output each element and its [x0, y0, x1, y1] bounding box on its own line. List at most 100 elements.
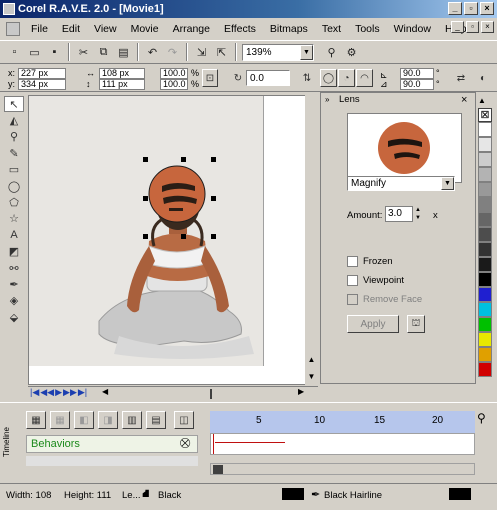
doc-restore-button[interactable]: ▫ — [466, 21, 479, 33]
lock-icon[interactable]: ⛫ — [407, 315, 425, 333]
vertical-scrollbar[interactable]: ▲ ▼ — [305, 95, 318, 385]
interactive-blend-tool-icon[interactable]: ◩ — [4, 244, 24, 260]
color-swatch[interactable] — [478, 167, 492, 182]
timeline-tab[interactable]: Timeline — [2, 407, 12, 477]
amount-spinner-icon[interactable]: ▲ ▼ — [413, 206, 423, 222]
rectangle-tool-icon[interactable]: ▭ — [4, 162, 24, 178]
copy-icon[interactable]: ⧉ — [95, 44, 112, 61]
timeline-scrollbar[interactable] — [210, 463, 475, 475]
insert-frames-icon[interactable]: ▥ — [122, 411, 142, 429]
doc-close-button[interactable]: × — [481, 21, 494, 33]
redo-icon[interactable]: ↷ — [164, 44, 181, 61]
timeline-scroll-thumb[interactable] — [213, 465, 223, 474]
app-icon[interactable] — [3, 3, 15, 15]
color-swatch[interactable] — [478, 152, 492, 167]
y-position-field[interactable]: 334 px — [18, 79, 66, 90]
undo-icon[interactable]: ↶ — [144, 44, 161, 61]
remove-face-checkbox[interactable] — [347, 294, 358, 305]
menu-tools[interactable]: Tools — [348, 23, 387, 35]
frame-grid[interactable] — [210, 433, 475, 455]
export-icon[interactable]: ⇱ — [213, 44, 230, 61]
timeline-object-row[interactable] — [26, 456, 198, 466]
color-swatch[interactable] — [478, 212, 492, 227]
menu-arrange[interactable]: Arrange — [166, 23, 217, 35]
close-button[interactable]: × — [480, 2, 494, 15]
timeline-options-icon[interactable]: ◨ — [98, 411, 118, 429]
behavior-icon[interactable]: ⛒ — [180, 435, 196, 453]
color-swatch[interactable] — [478, 242, 492, 257]
interactive-fill-tool-icon[interactable]: ⬙ — [4, 309, 24, 325]
save-icon[interactable]: ▪ — [46, 44, 63, 61]
width-field[interactable]: 108 px — [99, 68, 145, 79]
scale-x-field[interactable]: 100.0 — [160, 68, 188, 79]
basic-shapes-tool-icon[interactable]: ☆ — [4, 211, 24, 227]
menu-bitmaps[interactable]: Bitmaps — [263, 23, 315, 35]
menu-effects[interactable]: Effects — [217, 23, 263, 35]
open-icon[interactable]: ▭ — [26, 44, 43, 61]
import-icon[interactable]: ⇲ — [193, 44, 210, 61]
options-icon[interactable]: ⚙ — [343, 44, 360, 61]
direction-icon[interactable]: ⇄ — [452, 69, 470, 87]
color-swatch[interactable] — [478, 122, 492, 137]
playhead[interactable] — [213, 434, 214, 454]
menu-window[interactable]: Window — [387, 23, 438, 35]
color-swatch[interactable] — [478, 332, 492, 347]
color-swatch[interactable] — [478, 257, 492, 272]
next-page-icon[interactable]: ▶▶ — [63, 387, 77, 398]
collapse-icon[interactable]: » — [325, 93, 329, 107]
ellipse-icon[interactable]: ◯ — [320, 69, 337, 87]
menu-text[interactable]: Text — [315, 23, 348, 35]
maximize-button[interactable]: ▫ — [464, 2, 478, 15]
behaviors-row[interactable]: Behaviors — [26, 435, 198, 453]
amount-field[interactable]: 3.0 — [385, 206, 413, 222]
height-field[interactable]: 111 px — [99, 79, 145, 90]
fill-tool-icon[interactable]: ◈ — [4, 293, 24, 309]
rotate-icon[interactable]: ↻ — [230, 69, 246, 87]
x-position-field[interactable]: 227 px — [18, 68, 66, 79]
color-swatch[interactable] — [478, 362, 492, 377]
paste-icon[interactable]: ▤ — [115, 44, 132, 61]
viewpoint-checkbox[interactable] — [347, 275, 358, 286]
color-swatch[interactable] — [478, 317, 492, 332]
lens-ellipse[interactable] — [148, 165, 206, 223]
minimize-button[interactable]: _ — [448, 2, 462, 15]
drawing-canvas[interactable] — [28, 95, 318, 385]
text-tool-icon[interactable]: A — [4, 227, 24, 243]
start-angle-field[interactable]: 90.0 — [400, 68, 434, 79]
menu-movie[interactable]: Movie — [124, 23, 166, 35]
scroll-down-arrow-icon[interactable]: ▼ — [305, 370, 318, 384]
ellipse-tool-icon[interactable]: ◯ — [4, 178, 24, 194]
pick-tool-icon[interactable]: ↖ — [4, 96, 24, 113]
arc-icon[interactable]: ◠ — [356, 69, 373, 87]
zoom-timeline-icon[interactable]: ⚲ — [477, 411, 495, 431]
palette-scroll-up-icon[interactable]: ▲ — [478, 96, 486, 105]
prev-page-icon[interactable]: ◀◀ — [40, 387, 54, 398]
timeline-delete-icon[interactable]: ▦ — [50, 411, 70, 429]
first-page-icon[interactable]: |◀ — [30, 387, 39, 398]
scale-y-field[interactable]: 100.0 — [160, 79, 188, 90]
outline-color-swatch[interactable] — [449, 488, 471, 500]
menu-file[interactable]: File — [24, 23, 55, 35]
color-swatch[interactable] — [478, 347, 492, 362]
docker-close-icon[interactable]: × — [461, 93, 467, 107]
lock-ratio-icon[interactable]: ⊡ — [202, 69, 218, 87]
end-angle-field[interactable]: 90.0 — [400, 79, 434, 90]
no-color-swatch[interactable]: ⊠ — [478, 108, 492, 122]
color-swatch[interactable] — [478, 182, 492, 197]
color-swatch[interactable] — [478, 272, 492, 287]
polygon-tool-icon[interactable]: ⬠ — [4, 194, 24, 210]
horizontal-scrollbar[interactable]: |◀ ◀◀ ▶ ▶▶ ▶| ◀ ▶ — [28, 386, 318, 400]
menu-edit[interactable]: Edit — [55, 23, 87, 35]
rotation-angle-field[interactable]: 0.0 — [246, 70, 290, 86]
fill-color-swatch[interactable] — [282, 488, 304, 500]
zoom-tool-icon[interactable]: ⚲ — [4, 129, 24, 145]
menu-view[interactable]: View — [87, 23, 124, 35]
frame-ruler[interactable]: 5 10 15 20 — [210, 411, 475, 433]
color-swatch[interactable] — [478, 287, 492, 302]
scroll-left-arrow-icon[interactable]: ◀ — [102, 387, 112, 400]
color-swatch[interactable] — [478, 302, 492, 317]
shape-tool-icon[interactable]: ◭ — [4, 112, 24, 128]
cut-icon[interactable]: ✂ — [75, 44, 92, 61]
delete-frames-icon[interactable]: ▤ — [146, 411, 166, 429]
last-page-icon[interactable]: ▶| — [78, 387, 87, 398]
